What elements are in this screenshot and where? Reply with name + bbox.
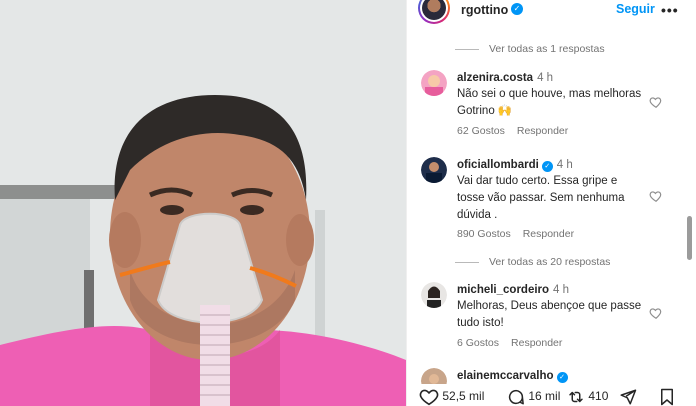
commenter-username[interactable]: micheli_cordeiro 4 h bbox=[457, 284, 569, 296]
commenter-username[interactable]: alzenira.costa 4 h bbox=[457, 72, 553, 84]
commenter-avatar[interactable] bbox=[421, 282, 447, 308]
comment-meta: 62 Gostos Responder bbox=[457, 125, 568, 137]
comments-scrollbar[interactable] bbox=[687, 216, 692, 260]
verified-badge-icon: ✓ bbox=[556, 372, 568, 383]
comment-time: 4 h bbox=[553, 284, 570, 296]
like-comment-heart-icon[interactable] bbox=[649, 189, 663, 203]
view-replies-link[interactable]: Ver todas as 1 respostas bbox=[455, 43, 605, 55]
post-header: rgottino ✓ Seguir ••• bbox=[407, 0, 696, 24]
author-username[interactable]: rgottino bbox=[461, 3, 508, 17]
like-comment-heart-icon[interactable] bbox=[649, 306, 663, 320]
send-icon[interactable] bbox=[619, 388, 637, 406]
comment-time: 4 h bbox=[556, 159, 573, 171]
reply-button[interactable]: Responder bbox=[517, 125, 568, 137]
commenter-name[interactable]: oficiallombardi bbox=[457, 159, 539, 171]
comment-text: Vai dar tudo certo. Essa gripe e tosse v… bbox=[457, 175, 625, 221]
reply-button[interactable]: Responder bbox=[523, 228, 574, 240]
post-photo[interactable] bbox=[0, 0, 406, 406]
commenter-name[interactable]: micheli_cordeiro bbox=[457, 284, 549, 296]
shares-count: 410 bbox=[588, 389, 609, 404]
share-action[interactable] bbox=[619, 388, 637, 406]
post-panel: rgottino ✓ Seguir ••• Ver todas as 1 res… bbox=[406, 0, 696, 406]
view-replies-link[interactable]: Ver todas as 20 respostas bbox=[455, 256, 610, 268]
post-photo-image bbox=[0, 0, 406, 406]
likes-count: 52,5 mil bbox=[442, 389, 485, 404]
comment-action[interactable]: 16 mil bbox=[507, 388, 560, 406]
comment-meta: 6 Gostos Responder bbox=[457, 337, 562, 349]
comment-time: 4 h bbox=[537, 72, 554, 84]
follow-button[interactable]: Seguir bbox=[616, 2, 655, 16]
repost-icon[interactable] bbox=[567, 388, 585, 406]
commenter-name[interactable]: elainemccarvalho bbox=[457, 370, 554, 382]
like-action[interactable]: 52,5 mil bbox=[419, 388, 484, 406]
save-action[interactable] bbox=[659, 388, 675, 406]
heart-icon[interactable] bbox=[419, 388, 439, 406]
commenter-avatar[interactable] bbox=[421, 70, 447, 96]
verified-badge-icon: ✓ bbox=[541, 161, 553, 172]
comment-meta: 890 Gostos Responder bbox=[457, 228, 574, 240]
comment-likes[interactable]: 890 Gostos bbox=[457, 228, 511, 240]
repost-action[interactable]: 410 bbox=[567, 388, 608, 406]
comment-text: Melhoras, Deus abençoe que passe tudo is… bbox=[457, 300, 642, 329]
reply-button[interactable]: Responder bbox=[511, 337, 562, 349]
commenter-username[interactable]: oficiallombardi ✓ 4 h bbox=[457, 159, 573, 172]
verified-badge-icon: ✓ bbox=[511, 3, 523, 15]
comment-bubble-icon[interactable] bbox=[507, 388, 525, 406]
bookmark-icon[interactable] bbox=[659, 388, 675, 406]
commenter-username[interactable]: elainemccarvalho ✓ bbox=[457, 370, 568, 383]
comment-likes[interactable]: 62 Gostos bbox=[457, 125, 505, 137]
commenter-avatar[interactable] bbox=[421, 157, 447, 183]
commenter-name[interactable]: alzenira.costa bbox=[457, 72, 533, 84]
comment-text: Não sei o que houve, mas melhoras Gotrin… bbox=[457, 88, 642, 117]
author-avatar[interactable] bbox=[418, 0, 450, 24]
comments-count: 16 mil bbox=[528, 389, 561, 404]
like-comment-heart-icon[interactable] bbox=[649, 95, 663, 109]
post-action-bar: 52,5 mil 16 mil 410 bbox=[407, 384, 696, 406]
more-options-icon[interactable]: ••• bbox=[661, 2, 679, 18]
comment-likes[interactable]: 6 Gostos bbox=[457, 337, 499, 349]
